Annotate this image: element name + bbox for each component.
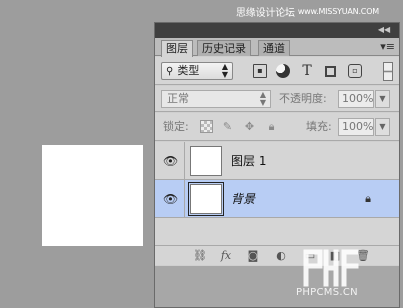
tab-layers[interactable]: 图层 xyxy=(161,40,193,57)
mask-icon[interactable]: ◙ xyxy=(245,249,261,263)
tab-label: 图层 xyxy=(166,42,188,55)
filter-kind-select[interactable]: ⚲ 类型 ▲ ▼ xyxy=(161,62,233,80)
opacity-input[interactable]: 100% xyxy=(338,90,374,108)
watermark-top-text: 思缘设计论坛 xyxy=(236,7,295,19)
opacity-dropdown-icon[interactable]: ▼ xyxy=(375,90,390,108)
lock-row: 锁定: ✎ ✥ 🔒︎ 填充: 100% ▼ xyxy=(155,113,399,141)
type-filter-icon[interactable]: T xyxy=(300,64,314,78)
filter-toggle-switch[interactable] xyxy=(383,62,393,81)
divider xyxy=(184,180,185,218)
double-chevron-icon[interactable]: ◀◀ xyxy=(377,24,391,36)
smart-object-filter-icon[interactable]: ▫ xyxy=(348,64,362,78)
panel-tabs: 图层 历史记录 通道 ▾≡ xyxy=(155,38,399,57)
lock-move-icon[interactable]: ✥ xyxy=(243,120,256,133)
tab-label: 历史记录 xyxy=(202,42,246,55)
filter-kind-label: 类型 xyxy=(177,64,200,77)
layer-thumbnail xyxy=(190,146,222,176)
site-logo xyxy=(300,244,362,288)
lock-icon: 🔒︎ xyxy=(365,192,371,205)
lock-all-icon[interactable]: 🔒︎ xyxy=(265,120,278,133)
opacity-label: 不透明度: xyxy=(279,92,327,105)
fill-dropdown-icon[interactable]: ▼ xyxy=(375,118,390,136)
filter-row: ⚲ 类型 ▲ ▼ ▪ T ▫ xyxy=(155,57,399,85)
layer-name: 背景 xyxy=(231,192,256,206)
fill-input[interactable]: 100% xyxy=(338,118,374,136)
blend-mode-select[interactable]: 正常 ▲ ▼ xyxy=(161,90,271,108)
panel-menu-icon[interactable]: ▾≡ xyxy=(380,40,395,54)
adjustment-icon[interactable]: ◐ xyxy=(273,249,289,263)
fx-icon[interactable]: fx xyxy=(218,249,234,263)
layer-row-background[interactable]: 👁︎ 背景 🔒︎ xyxy=(155,180,399,218)
adjustment-filter-icon[interactable] xyxy=(276,64,290,78)
blend-mode-value: 正常 xyxy=(167,92,189,105)
eye-icon[interactable]: 👁︎ xyxy=(163,192,178,206)
layers-bottom-bar: ⛓︎ fx ◙ ◐ ▭ ◧ 🗑︎ xyxy=(155,245,399,265)
tab-history[interactable]: 历史记录 xyxy=(197,40,251,56)
lock-transparency-icon[interactable] xyxy=(200,120,213,133)
updown-arrows-icon: ▲ ▼ xyxy=(221,62,228,79)
watermark-top: 思缘设计论坛 www.MISSYUAN.COM xyxy=(236,3,402,19)
blend-row: 正常 ▲ ▼ 不透明度: 100% ▼ xyxy=(155,86,399,112)
divider xyxy=(184,142,185,180)
watermark-bottom: PHPCMS.CN xyxy=(296,287,358,298)
tab-channels[interactable]: 通道 xyxy=(258,40,290,56)
pixel-layer-filter-icon[interactable]: ▪ xyxy=(253,64,267,78)
panel-title-bar[interactable]: ◀◀ xyxy=(155,23,399,38)
layers-list: 👁︎ 图层 1 👁︎ 背景 🔒︎ xyxy=(155,142,399,245)
link-icon[interactable]: ⛓︎ xyxy=(192,249,208,263)
search-icon: ⚲ xyxy=(166,66,174,77)
shape-filter-icon[interactable] xyxy=(325,66,336,77)
tab-label: 通道 xyxy=(263,42,285,55)
fill-label: 填充: xyxy=(306,120,332,133)
panel-empty-area xyxy=(155,266,399,307)
watermark-top-url: www.MISSYUAN.COM xyxy=(297,6,379,16)
lock-label: 锁定: xyxy=(163,120,189,133)
lock-brush-icon[interactable]: ✎ xyxy=(221,120,234,133)
layer-thumbnail xyxy=(188,182,224,216)
document-canvas[interactable] xyxy=(42,145,143,246)
layer-name: 图层 1 xyxy=(231,154,267,168)
updown-arrows-icon: ▲ ▼ xyxy=(259,90,266,107)
eye-icon[interactable]: 👁︎ xyxy=(163,154,178,168)
layer-row-layer1[interactable]: 👁︎ 图层 1 xyxy=(155,142,399,180)
layers-panel: ◀◀ 图层 历史记录 通道 ▾≡ ⚲ 类型 ▲ ▼ ▪ T ▫ 正常 ▲ ▼ 不透明度… xyxy=(154,22,400,308)
